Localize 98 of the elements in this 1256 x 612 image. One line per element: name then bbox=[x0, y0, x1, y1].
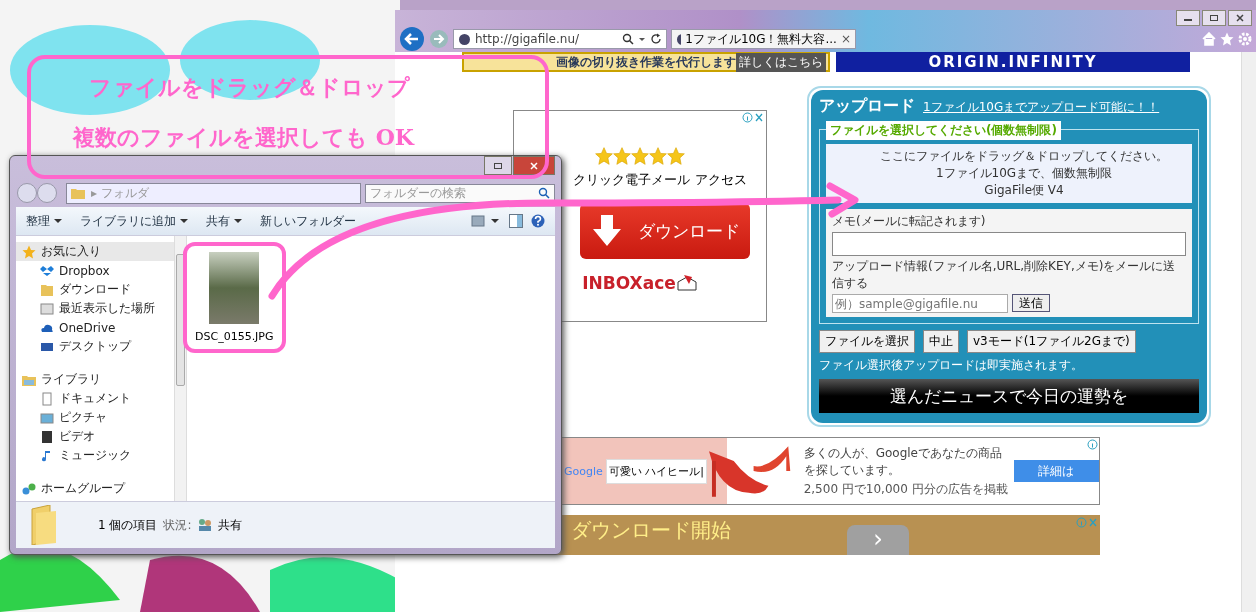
callout-text: 複数のファイルを選択しても OK bbox=[73, 123, 416, 152]
caret-icon bbox=[180, 218, 188, 224]
rating-star-icon bbox=[631, 147, 649, 165]
brand-logo-text: INBOXace bbox=[582, 273, 676, 293]
address-bar[interactable]: http://gigafile.nu/ bbox=[453, 29, 667, 49]
folder-icon bbox=[71, 187, 85, 199]
network-icon bbox=[22, 481, 36, 496]
folder-icon bbox=[22, 373, 36, 386]
nav-icon bbox=[40, 391, 54, 406]
nav-item[interactable]: お気に入り bbox=[16, 242, 174, 261]
panel-title: アップロード bbox=[819, 96, 915, 117]
rating-star-icon bbox=[613, 147, 631, 165]
url-text: http://gigafile.nu/ bbox=[475, 32, 581, 46]
maximize-button[interactable] bbox=[484, 156, 512, 175]
item-count: 1 個の項目 bbox=[98, 516, 158, 534]
photo-placeholder bbox=[209, 252, 260, 324]
details-link[interactable]: 詳しくはこちら bbox=[736, 52, 826, 72]
nav-icon bbox=[40, 282, 54, 297]
star-icon[interactable] bbox=[1220, 32, 1234, 46]
maximize-button[interactable] bbox=[1202, 10, 1226, 26]
news-banner[interactable]: 選んだニュースで今日の運勢を bbox=[819, 379, 1199, 413]
drop-zone-text: GigaFile便 V4 bbox=[984, 182, 1064, 199]
toolbar-menu[interactable]: ライブラリに追加 bbox=[80, 212, 188, 230]
settings-icon[interactable] bbox=[1238, 32, 1252, 46]
nav-icon bbox=[40, 301, 54, 316]
nav-item[interactable]: ダウンロード bbox=[16, 280, 174, 299]
nav-item[interactable]: 最近表示した場所 bbox=[16, 299, 174, 318]
nav-icon bbox=[40, 410, 54, 425]
fieldset-legend: ファイルを選択してください(個数無制限) bbox=[826, 121, 1061, 140]
send-button[interactable]: 送信 bbox=[1012, 294, 1050, 312]
toolbar-menu[interactable]: 整理 bbox=[26, 212, 62, 230]
site-icon bbox=[458, 32, 471, 46]
nav-item[interactable]: ビデオ bbox=[16, 427, 174, 446]
upload-button[interactable]: v3モード(1ファイル2Gまで) bbox=[967, 330, 1136, 353]
logo-text: ORIGIN.INFINITY bbox=[928, 53, 1098, 71]
sharing-status: 共有 bbox=[217, 516, 242, 534]
close-tab-button[interactable]: × bbox=[840, 32, 851, 46]
close-button[interactable] bbox=[1228, 10, 1252, 26]
upload-note: ファイル選択後アップロードは即実施されます。 bbox=[819, 357, 1084, 374]
ad-info-icon[interactable] bbox=[742, 112, 764, 123]
google-logo-text: Google bbox=[564, 464, 603, 478]
nav-item[interactable]: ホームグループ bbox=[16, 479, 174, 498]
envelope-icon bbox=[675, 274, 698, 292]
caret-icon bbox=[234, 218, 242, 224]
rating-star-icon bbox=[667, 147, 685, 165]
mail-label: アップロード情報(ファイル名,URL,削除KEY,メモ)をメールに送信する bbox=[832, 258, 1177, 292]
drop-zone[interactable]: ここにファイルをドラッグ＆ドロップしてください。 1ファイル10Gまで、個数無制限 GigaFile便 V4 bbox=[826, 144, 1192, 203]
nav-item[interactable]: Dropbox bbox=[16, 261, 174, 280]
users-icon bbox=[197, 518, 212, 532]
nav-item[interactable]: ミュージック bbox=[16, 446, 174, 465]
file-item[interactable]: DSC_0155.JPG bbox=[183, 242, 286, 353]
browser-tab[interactable]: 1ファイル10G！無料大容... × bbox=[671, 29, 856, 49]
toolbar-menu[interactable]: 共有 bbox=[206, 212, 242, 230]
home-icon[interactable] bbox=[1202, 32, 1216, 46]
ad-text: クリック電子メール アクセス bbox=[572, 171, 747, 189]
nav-icon bbox=[40, 429, 54, 444]
ad-info-icon[interactable] bbox=[1087, 439, 1098, 450]
maximize-icon bbox=[493, 161, 503, 170]
banner-text: 画像の切り抜き作業を代行します bbox=[556, 53, 736, 71]
scrollbar[interactable] bbox=[174, 236, 186, 501]
rating-star-icon bbox=[595, 147, 613, 165]
drop-zone-text: ここにファイルをドラッグ＆ドロップしてください。 bbox=[880, 148, 1168, 165]
scrollbar[interactable] bbox=[1241, 52, 1256, 612]
search-query-field: 可愛い ハイヒール| bbox=[605, 458, 707, 484]
email-field[interactable]: 例）sample@gigafile.nu bbox=[832, 294, 1008, 313]
upload-button[interactable]: ファイルを選択 bbox=[819, 330, 915, 353]
minimize-button[interactable] bbox=[1176, 10, 1200, 26]
site-icon bbox=[676, 32, 682, 46]
close-icon bbox=[529, 161, 539, 170]
toolbar-menu[interactable]: 新しいフォルダー bbox=[260, 212, 356, 230]
memo-field[interactable] bbox=[832, 232, 1186, 256]
caret-icon bbox=[54, 218, 62, 224]
down-arrow-icon bbox=[592, 215, 622, 247]
nav-item[interactable]: デスクトップ bbox=[16, 337, 174, 356]
nav-item[interactable]: ピクチャ bbox=[16, 408, 174, 427]
view-options-icon[interactable] bbox=[471, 214, 501, 228]
preview-pane-icon[interactable] bbox=[509, 214, 523, 228]
ad-headline: 多くの人が、Googleであなたの商品を探しています。 bbox=[803, 444, 1003, 479]
memo-label: メモ(メールに転記されます) bbox=[832, 213, 987, 230]
search-icon[interactable] bbox=[622, 33, 634, 45]
close-icon bbox=[1235, 14, 1245, 22]
file-name: DSC_0155.JPG bbox=[195, 330, 274, 343]
drop-zone-text: 1ファイル10Gまで、個数無制限 bbox=[935, 165, 1113, 182]
refresh-icon[interactable] bbox=[650, 33, 662, 45]
search-icon bbox=[538, 187, 550, 199]
nav-item[interactable]: ドキュメント bbox=[16, 389, 174, 408]
upload-button[interactable]: 中止 bbox=[923, 330, 959, 353]
rating-star-icon bbox=[649, 147, 667, 165]
nav-icon bbox=[40, 263, 54, 278]
star-icon bbox=[22, 244, 36, 259]
ad-text: ダウンロード開始 bbox=[570, 517, 732, 544]
limit-link[interactable]: 1ファイル10Gまでアップロード可能に！！ bbox=[923, 99, 1160, 116]
maximize-icon bbox=[1209, 14, 1219, 22]
download-button[interactable]: ダウンロード bbox=[580, 203, 750, 259]
help-icon[interactable] bbox=[531, 214, 545, 228]
nav-item[interactable]: ライブラリ bbox=[16, 370, 174, 389]
nav-item[interactable]: OneDrive bbox=[16, 318, 174, 337]
status-label: 状況: bbox=[163, 516, 192, 534]
